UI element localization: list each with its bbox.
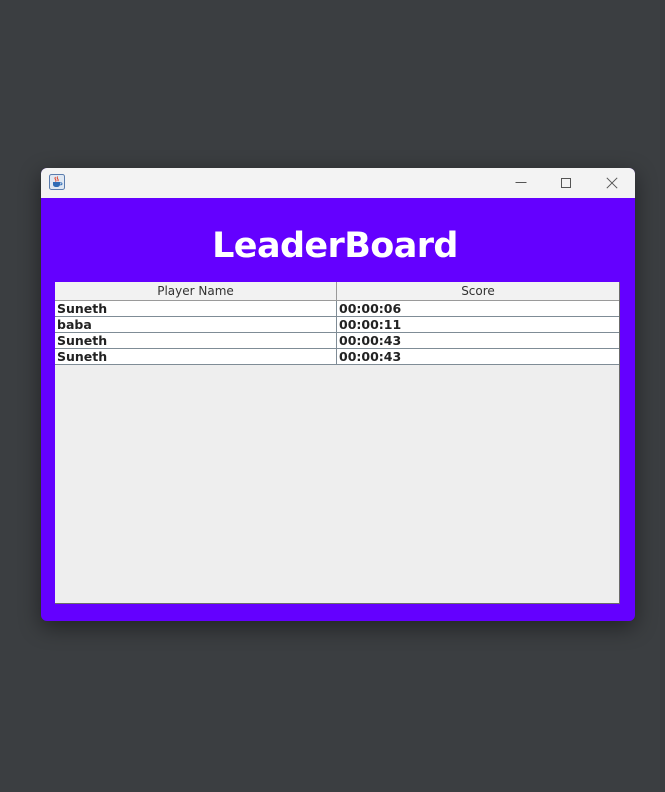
- java-cup-icon: [49, 174, 65, 190]
- score-cell[interactable]: 00:00:11: [337, 317, 619, 332]
- minimize-button[interactable]: [498, 168, 544, 198]
- maximize-button[interactable]: [543, 168, 589, 198]
- table-header: Player Name Score: [55, 282, 619, 301]
- close-button[interactable]: [589, 168, 635, 198]
- score-cell[interactable]: 00:00:06: [337, 301, 619, 316]
- score-cell[interactable]: 00:00:43: [337, 349, 619, 364]
- table-row[interactable]: baba 00:00:11: [55, 317, 619, 333]
- column-header-score[interactable]: Score: [337, 282, 619, 301]
- minimize-icon: [515, 182, 527, 183]
- table-row[interactable]: Suneth 00:00:43: [55, 349, 619, 365]
- score-cell[interactable]: 00:00:43: [337, 333, 619, 348]
- table-row[interactable]: Suneth 00:00:06: [55, 301, 619, 317]
- title-bar[interactable]: [41, 168, 635, 198]
- leaderboard-window: LeaderBoard Player Name Score Suneth 00:…: [41, 168, 635, 621]
- maximize-icon: [561, 178, 571, 188]
- content-panel: LeaderBoard Player Name Score Suneth 00:…: [41, 198, 635, 621]
- player-name-cell[interactable]: Suneth: [55, 333, 337, 348]
- player-name-cell[interactable]: Suneth: [55, 349, 337, 364]
- table-row[interactable]: Suneth 00:00:43: [55, 333, 619, 349]
- table-body: Suneth 00:00:06 baba 00:00:11 Suneth 00:…: [55, 301, 619, 365]
- close-icon: [606, 177, 618, 189]
- player-name-cell[interactable]: baba: [55, 317, 337, 332]
- leaderboard-table[interactable]: Player Name Score Suneth 00:00:06 baba 0…: [55, 282, 620, 604]
- column-header-player-name[interactable]: Player Name: [55, 282, 337, 301]
- page-title: LeaderBoard: [212, 226, 458, 266]
- player-name-cell[interactable]: Suneth: [55, 301, 337, 316]
